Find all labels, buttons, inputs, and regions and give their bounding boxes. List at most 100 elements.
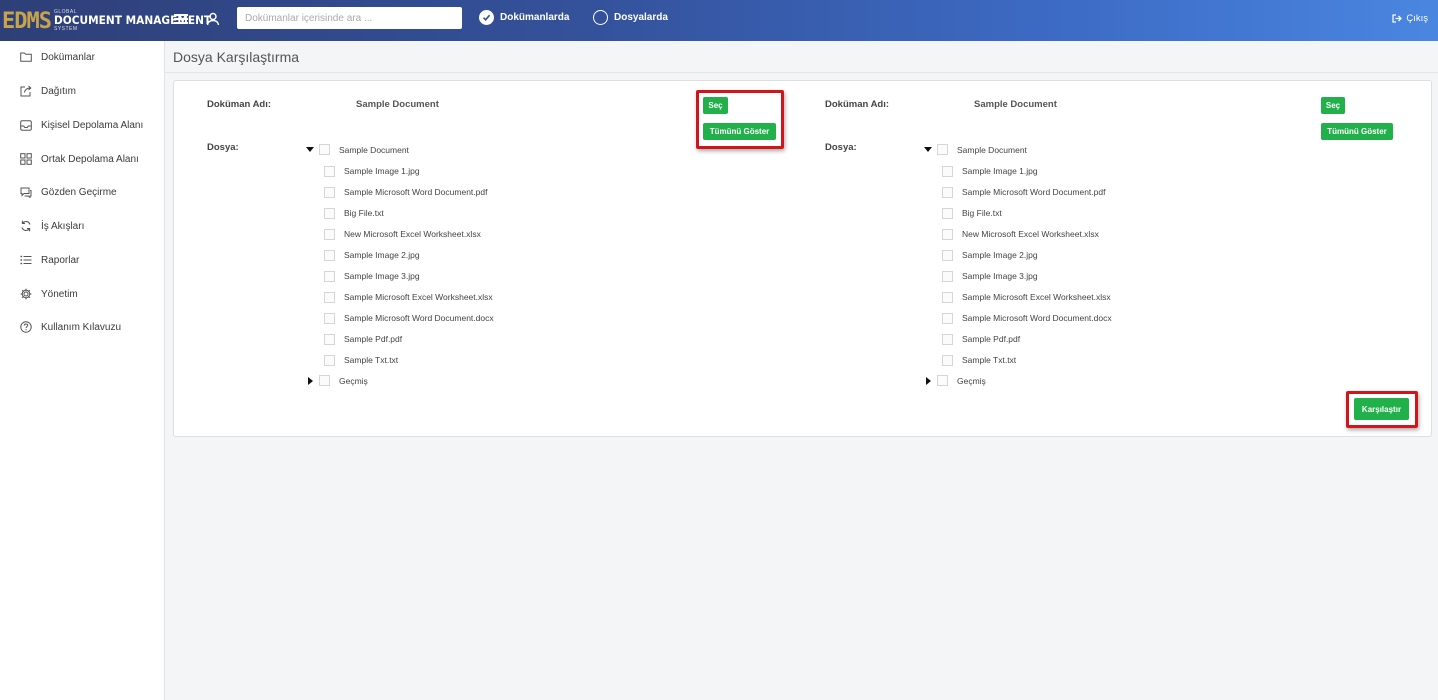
tree-checkbox[interactable] [942,186,953,198]
list-icon [20,254,32,266]
tree-file-item[interactable]: Sample Txt.txt [942,354,1016,366]
sidebar-item-yonetim[interactable]: Yönetim [0,280,165,308]
tree-file-label: Sample Microsoft Word Document.docx [344,313,494,323]
tree-root-right[interactable]: Sample Document [924,144,1027,155]
doc-name-value-left: Sample Document [356,99,439,110]
tree-file-item[interactable]: Sample Image 2.jpg [942,249,1038,261]
logo-system-text: SYSTEM [53,25,78,32]
tree-history-right[interactable]: Geçmiş [926,375,986,386]
compare-button[interactable]: Karşılaştır [1354,398,1409,420]
tree-file-item[interactable]: Big File.txt [324,207,384,219]
select-button-left[interactable]: Seç [703,97,728,114]
hamburger-menu-icon[interactable] [174,12,188,28]
tree-checkbox[interactable] [942,249,953,261]
sidebar-item-label: İş Akışları [41,220,85,232]
show-all-button-right[interactable]: Tümünü Göster [1321,123,1393,140]
tree-checkbox[interactable] [937,375,948,386]
show-all-button-left[interactable]: Tümünü Göster [703,123,776,140]
tree-file-item[interactable]: Sample Microsoft Excel Worksheet.xlsx [942,291,1111,303]
sidebar-item-label: Dağıtım [41,85,77,97]
caret-right-icon[interactable] [926,376,931,385]
tree-checkbox[interactable] [942,228,953,240]
sidebar-item-dagitim[interactable]: Dağıtım [0,77,165,105]
tree-file-item[interactable]: Sample Pdf.pdf [324,333,402,345]
sidebar-item-dokumanlar[interactable]: Dokümanlar [0,43,165,71]
tree-checkbox[interactable] [942,291,953,303]
tree-checkbox[interactable] [942,165,953,177]
sidebar-item-label: Ortak Depolama Alanı [41,153,139,165]
radio-checked-icon [479,10,494,25]
tree-file-item[interactable]: Sample Txt.txt [324,354,398,366]
tree-checkbox[interactable] [324,207,335,219]
tree-checkbox[interactable] [942,354,953,366]
tree-file-item[interactable]: New Microsoft Excel Worksheet.xlsx [942,228,1099,240]
tree-file-item[interactable]: Sample Microsoft Word Document.pdf [942,186,1105,198]
logout-icon [1392,14,1403,23]
tree-checkbox[interactable] [324,312,335,324]
tree-checkbox[interactable] [324,333,335,345]
select-button-right[interactable]: Seç [1321,97,1345,114]
tree-file-label: Sample Image 3.jpg [344,271,420,281]
tree-checkbox[interactable] [937,144,948,155]
page-header: Dosya Karşılaştırma [165,41,1438,73]
tree-root-left[interactable]: Sample Document [306,144,409,155]
tree-file-item[interactable]: Big File.txt [942,207,1002,219]
caret-right-icon[interactable] [308,376,313,385]
sidebar-item-is-akislari[interactable]: İş Akışları [0,212,165,240]
tree-file-item[interactable]: Sample Image 3.jpg [324,270,420,282]
sidebar-item-gozden-gecirme[interactable]: Gözden Geçirme [0,178,165,206]
sidebar-item-kullanim-kilavuzu[interactable]: Kullanım Kılavuzu [0,313,165,341]
sidebar-item-label: Kullanım Kılavuzu [41,321,122,333]
caret-down-icon[interactable] [924,147,932,152]
tree-file-item[interactable]: Sample Image 2.jpg [324,249,420,261]
tree-checkbox[interactable] [319,144,330,155]
sidebar-item-raporlar[interactable]: Raporlar [0,246,165,274]
edms-logo[interactable]: EDMS GLOBAL DOCUMENT MANAGEMENT SYSTEM [2,6,225,36]
tree-file-item[interactable]: Sample Microsoft Word Document.pdf [324,186,487,198]
tree-checkbox[interactable] [942,312,953,324]
file-compare-card: Doküman Adı: Sample Document Dosya: Seç … [173,80,1432,437]
tree-file-label: Sample Image 2.jpg [962,250,1038,260]
tree-checkbox[interactable] [942,207,953,219]
logout-button[interactable]: Çıkış [1392,13,1428,24]
tree-checkbox[interactable] [942,333,953,345]
tree-file-item[interactable]: Sample Pdf.pdf [942,333,1020,345]
tree-checkbox[interactable] [324,186,335,198]
sidebar-item-label: Raporlar [41,254,80,266]
tree-file-item[interactable]: Sample Microsoft Excel Worksheet.xlsx [324,291,493,303]
user-icon[interactable] [206,12,220,28]
tree-checkbox[interactable] [324,228,335,240]
search-scope-documents-label: Dokümanlarda [500,12,570,23]
tree-file-item[interactable]: New Microsoft Excel Worksheet.xlsx [324,228,481,240]
tree-checkbox[interactable] [319,375,330,386]
tree-history-left[interactable]: Geçmiş [308,375,368,386]
tree-checkbox[interactable] [324,249,335,261]
tree-file-label: Sample Image 3.jpg [962,271,1038,281]
search-input[interactable] [237,7,462,29]
sidebar-item-ortak-depolama[interactable]: Ortak Depolama Alanı [0,145,165,173]
tree-file-item[interactable]: Sample Image 1.jpg [942,165,1038,177]
tree-file-label: Sample Microsoft Word Document.pdf [962,187,1106,197]
tree-checkbox[interactable] [324,291,335,303]
tree-checkbox[interactable] [942,270,953,282]
doc-name-label-left: Doküman Adı: [207,99,272,110]
sidebar: Dokümanlar Dağıtım Kişisel Depolama Alan… [0,41,165,700]
sidebar-item-kisisel-depolama[interactable]: Kişisel Depolama Alanı [0,111,165,139]
sidebar-item-label: Dokümanlar [41,51,95,63]
tree-checkbox[interactable] [324,165,335,177]
search-scope-files-radio[interactable]: Dosyalarda [593,10,668,25]
search-scope-documents-radio[interactable]: Dokümanlarda [479,10,569,25]
tree-file-item[interactable]: Sample Image 3.jpg [942,270,1038,282]
tree-file-item[interactable]: Sample Microsoft Word Document.docx [942,312,1112,324]
tree-file-label: Sample Image 1.jpg [962,166,1038,176]
tree-file-label: Sample Pdf.pdf [344,334,403,344]
caret-down-icon[interactable] [306,147,314,152]
tree-file-item[interactable]: Sample Microsoft Word Document.docx [324,312,494,324]
tree-checkbox[interactable] [324,270,335,282]
tree-file-label: Sample Pdf.pdf [962,334,1021,344]
tree-file-label: Big File.txt [344,208,384,218]
tree-checkbox[interactable] [324,354,335,366]
tree-file-item[interactable]: Sample Image 1.jpg [324,165,420,177]
tree-file-label: New Microsoft Excel Worksheet.xlsx [344,229,481,239]
tree-file-label: New Microsoft Excel Worksheet.xlsx [962,229,1099,239]
